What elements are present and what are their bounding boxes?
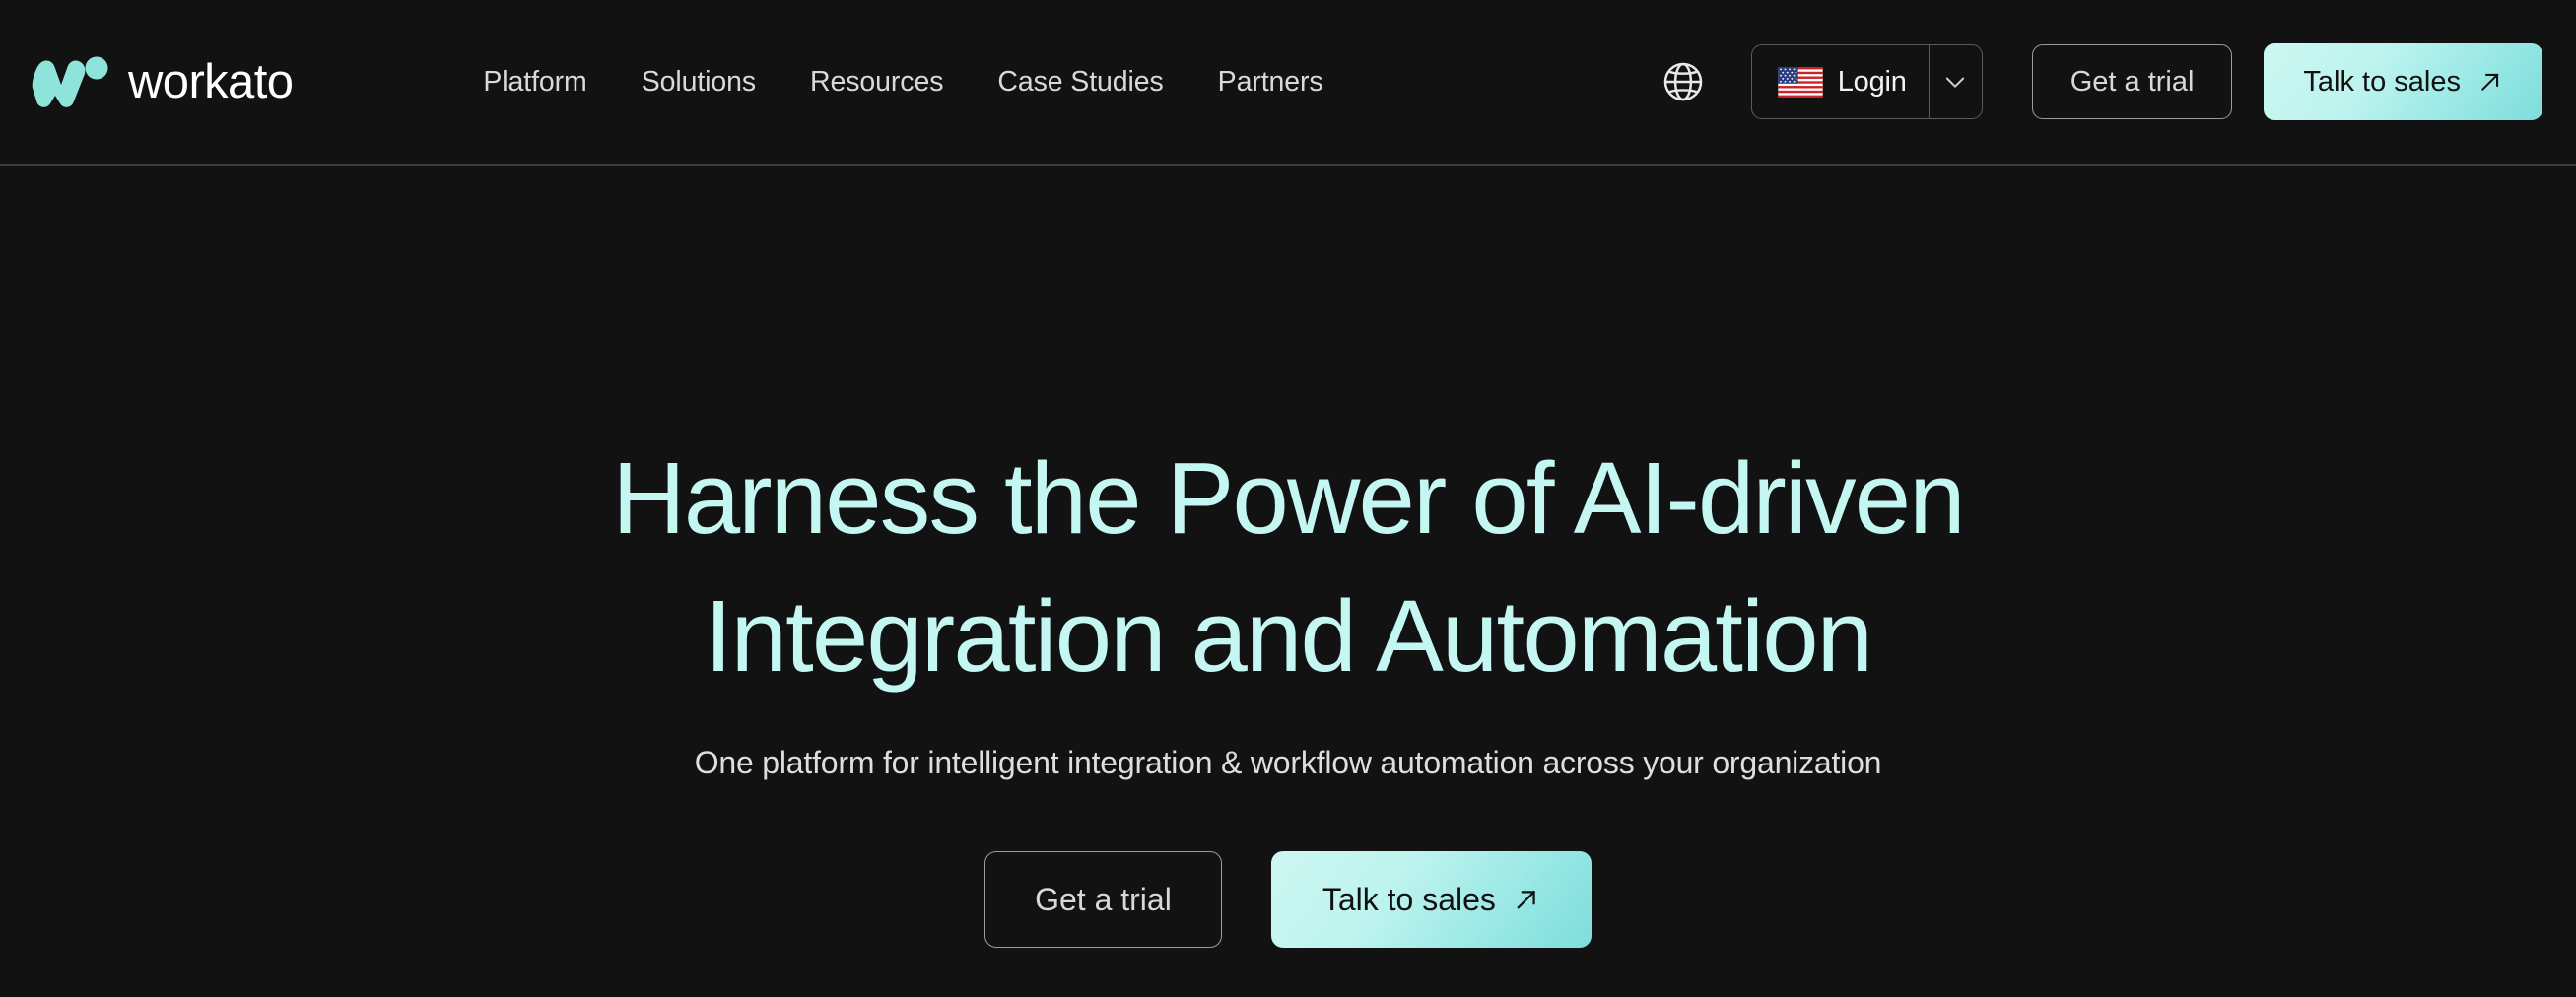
header-talk-to-sales-button[interactable]: Talk to sales xyxy=(2264,43,2542,120)
header-actions: Login Get a trial Talk to sales xyxy=(1655,43,2542,120)
site-header: workato Platform Solutions Resources Cas… xyxy=(0,0,2576,166)
arrow-up-right-icon xyxy=(1517,890,1536,909)
login-label: Login xyxy=(1837,65,1907,98)
login-dropdown-group[interactable]: Login xyxy=(1750,44,1983,119)
main-navigation: Platform Solutions Resources Case Studie… xyxy=(483,54,1322,110)
brand-wordmark: workato xyxy=(128,54,294,108)
nav-item-platform[interactable]: Platform xyxy=(483,54,586,110)
header-talk-to-sales-label: Talk to sales xyxy=(2303,65,2461,98)
workato-w-logomark-icon xyxy=(32,56,108,107)
header-get-a-trial-button[interactable]: Get a trial xyxy=(2031,44,2233,119)
hero-cta-group: Get a trial Talk to sales xyxy=(984,850,1592,948)
login-dropdown-toggle[interactable] xyxy=(1928,45,1982,118)
header-get-a-trial-label: Get a trial xyxy=(2069,65,2195,98)
hero-headline: Harness the Power of AI-driven Integrati… xyxy=(612,430,1965,705)
hero-talk-to-sales-label: Talk to sales xyxy=(1322,881,1496,917)
us-flag-icon xyxy=(1778,66,1823,98)
chevron-down-icon xyxy=(1946,77,1965,88)
hero-subtitle: One platform for intelligent integration… xyxy=(694,745,1882,781)
hero-headline-line-1: Harness the Power of AI-driven xyxy=(612,441,1965,555)
arrow-up-right-icon xyxy=(2480,73,2499,92)
brand-logo[interactable]: workato xyxy=(32,54,294,109)
hero-talk-to-sales-button[interactable]: Talk to sales xyxy=(1270,850,1592,948)
hero-section: Harness the Power of AI-driven Integrati… xyxy=(0,166,2576,997)
login-button[interactable]: Login xyxy=(1752,45,1929,118)
language-selector-button[interactable] xyxy=(1655,53,1712,110)
hero-get-a-trial-button[interactable]: Get a trial xyxy=(984,850,1222,948)
nav-item-solutions[interactable]: Solutions xyxy=(642,54,756,110)
nav-item-partners[interactable]: Partners xyxy=(1218,54,1323,110)
page-root: workato Platform Solutions Resources Cas… xyxy=(0,0,2576,997)
hero-headline-line-2: Integration and Automation xyxy=(704,579,1873,694)
nav-item-resources[interactable]: Resources xyxy=(810,54,943,110)
hero-get-a-trial-label: Get a trial xyxy=(1035,881,1172,917)
nav-item-case-studies[interactable]: Case Studies xyxy=(997,54,1163,110)
globe-icon xyxy=(1663,62,1702,101)
